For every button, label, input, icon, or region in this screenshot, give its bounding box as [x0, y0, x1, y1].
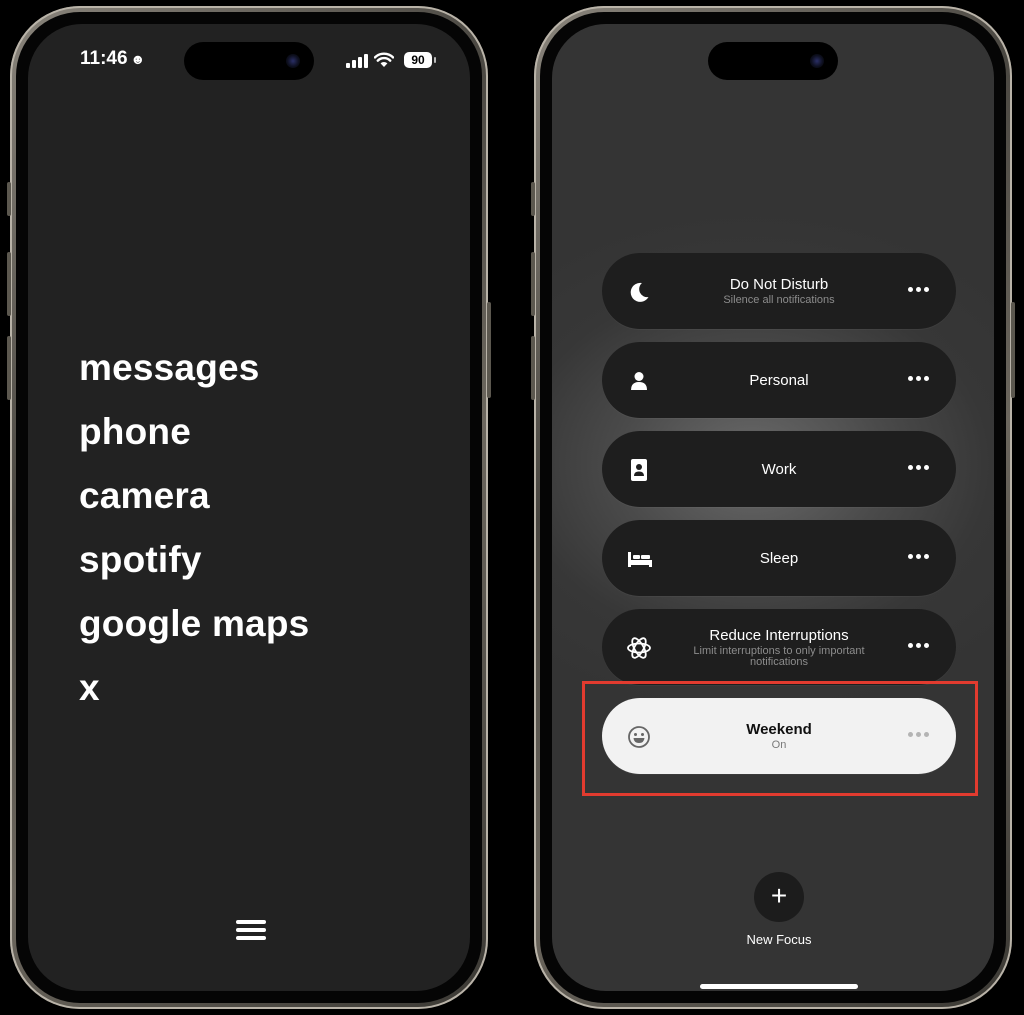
plus-icon: +	[770, 880, 788, 911]
atom-icon	[626, 635, 652, 661]
person-icon	[626, 368, 652, 394]
moon-icon	[626, 279, 652, 305]
focus-mode-subtitle: Silence all notifications	[723, 294, 835, 306]
hamburger-menu-icon[interactable]	[236, 920, 266, 940]
app-list: messages phone camera spotify google map…	[79, 336, 309, 720]
focus-mode-title: Do Not Disturb	[729, 276, 829, 293]
focus-mode-title: Reduce Interruptions	[709, 626, 849, 644]
volume-up-button	[7, 252, 11, 316]
focus-mode-do-not-disturb[interactable]: Do Not Disturb Silence all notifications	[602, 253, 956, 329]
action-button	[7, 182, 11, 216]
more-options-icon[interactable]	[908, 643, 930, 649]
status-time-text: 11:46	[80, 48, 128, 69]
action-button	[531, 182, 535, 216]
status-time: 11:46 ☻	[80, 48, 145, 70]
app-item-spotify[interactable]: spotify	[79, 528, 309, 592]
left-phone: 11:46 ☻ 90 messages phone camera spotify …	[7, 6, 491, 1009]
focus-mode-title: Sleep	[759, 549, 799, 567]
new-focus-label: New Focus	[746, 932, 812, 947]
cellular-signal-icon	[346, 54, 368, 68]
left-screen: 11:46 ☻ 90 messages phone camera spotify …	[28, 24, 470, 991]
app-item-google-maps[interactable]: google maps	[79, 592, 309, 656]
focus-mode-subtitle: Limit interruptions to only important no…	[693, 644, 865, 668]
wifi-icon	[374, 52, 394, 67]
right-phone: Do Not Disturb Silence all notifications…	[531, 6, 1015, 1009]
app-item-camera[interactable]: camera	[79, 464, 309, 528]
more-options-icon[interactable]	[908, 554, 930, 560]
app-item-phone[interactable]: phone	[79, 400, 309, 464]
app-item-x[interactable]: x	[79, 656, 309, 720]
focus-mode-work[interactable]: Work	[602, 431, 956, 507]
volume-up-button	[531, 252, 535, 316]
focus-mode-sleep[interactable]: Sleep	[602, 520, 956, 596]
highlight-box	[582, 681, 978, 796]
power-button	[1011, 302, 1015, 398]
focus-mode-personal[interactable]: Personal	[602, 342, 956, 418]
home-indicator[interactable]	[700, 984, 858, 989]
more-options-icon[interactable]	[908, 465, 930, 471]
dynamic-island	[708, 42, 838, 80]
camera-lens	[286, 54, 300, 68]
volume-down-button	[7, 336, 11, 400]
more-options-icon[interactable]	[908, 376, 930, 382]
new-focus-button[interactable]: +	[754, 872, 804, 922]
focus-mode-title: Work	[761, 460, 797, 478]
right-screen: Do Not Disturb Silence all notifications…	[552, 24, 994, 991]
camera-lens	[810, 54, 824, 68]
app-item-messages[interactable]: messages	[79, 336, 309, 400]
bed-icon	[626, 546, 652, 572]
volume-down-button	[531, 336, 535, 400]
focus-mode-reduce-interruptions[interactable]: Reduce Interruptions Limit interruptions…	[602, 609, 956, 685]
more-options-icon[interactable]	[908, 287, 930, 293]
power-button	[487, 302, 491, 398]
focus-mode-title: Personal	[749, 371, 809, 389]
battery-indicator: 90	[404, 52, 436, 68]
dynamic-island	[184, 42, 314, 80]
focus-smiley-icon: ☻	[130, 51, 146, 67]
id-badge-icon	[626, 457, 652, 483]
